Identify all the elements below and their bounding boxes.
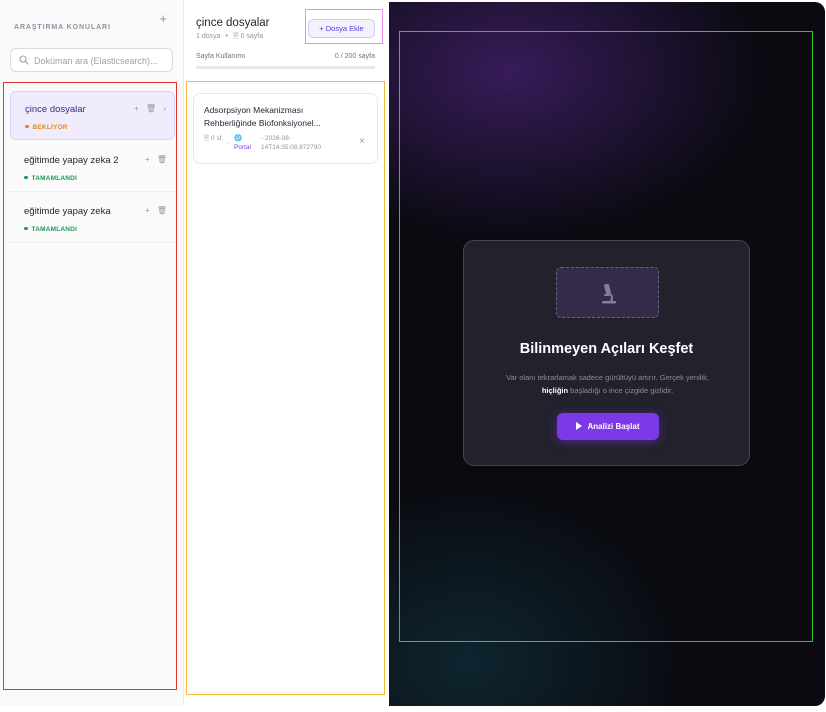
usage-label: Sayfa Kullanımı <box>196 53 246 60</box>
separator: , <box>227 138 229 145</box>
status-label: TAMAMLANDI <box>31 175 78 182</box>
topic-name: çince dosyalar <box>25 104 86 115</box>
description-text-end: başladığı o ince çizgide gizlidir. <box>570 386 674 395</box>
file-date: - 2026-08-14T14:35:08.872790 <box>261 135 321 151</box>
add-file-button[interactable]: + Dosya Ekle <box>308 19 375 38</box>
usage-value: 0 / 200 sayfa <box>334 53 375 60</box>
add-icon[interactable]: + <box>134 104 139 113</box>
topic-name: eğitimde yapay zeka 2 <box>24 155 119 166</box>
chevron-right-icon[interactable]: › <box>163 104 166 113</box>
topic-list: çince dosyalar + 🗑 › BEKLİYOR eğitimde y… <box>3 82 177 690</box>
add-icon[interactable]: + <box>145 155 150 164</box>
separator-dot: • <box>225 33 228 40</box>
search-input[interactable] <box>34 53 169 68</box>
add-file-highlight: + Dosya Ekle <box>305 9 383 44</box>
file-title: Adsorpsiyon Mekanizması Rehberliğinde Bi… <box>204 105 321 128</box>
globe-icon: 🌐 <box>234 135 243 142</box>
files-panel: çince dosyalar 1 dosya • 🖹 0 sayfa + Dosya… <box>184 0 389 706</box>
start-analysis-label: Analizi Başlat <box>587 422 640 431</box>
document-icon: 🖹 <box>204 135 210 142</box>
topic-actions: + 🗑 › <box>129 104 166 113</box>
sidebar-title: ARAŞTIRMA KONULARI <box>14 24 111 31</box>
file-meta: 🖹 0 sf. , 🌐 Portal - 2026-08-14T14:35:08.… <box>204 134 364 156</box>
status-dot <box>24 226 28 230</box>
play-icon <box>576 421 583 430</box>
trash-icon[interactable]: 🗑 <box>157 155 167 164</box>
topic-name: eğitimde yapay zeka <box>24 206 111 217</box>
microscope-icon <box>602 283 616 304</box>
trash-icon[interactable]: 🗑 <box>146 104 156 113</box>
topic-actions: + 🗑 <box>140 155 167 164</box>
description-text: Var olanı tekrarlamak sadece gürültüyü a… <box>506 373 709 382</box>
status-badge: TAMAMLANDI <box>24 175 77 182</box>
start-analysis-button[interactable]: Analizi Başlat <box>557 413 659 440</box>
remove-file-button[interactable]: × <box>359 136 365 147</box>
icon-placeholder <box>556 267 659 318</box>
panel-meta: 1 dosya • 🖹 0 sayfa <box>196 32 263 43</box>
search-icon <box>19 55 29 65</box>
file-source: 🌐 Portal <box>234 134 260 152</box>
discover-card: Bilinmeyen Açıları Keşfet Var olanı tekr… <box>463 240 750 466</box>
search-box[interactable] <box>10 48 173 72</box>
topic-item-egitimde-yapay-zeka[interactable]: eğitimde yapay zeka + 🗑 TAMAMLANDI <box>10 194 175 243</box>
discover-description: Var olanı tekrarlamak sadece gürültüyü a… <box>496 371 719 397</box>
file-pages: 🖹 0 sf. <box>204 134 228 143</box>
file-card[interactable]: Adsorpsiyon Mekanizması Rehberliğinde Bi… <box>193 93 378 164</box>
topic-actions: + 🗑 <box>140 206 167 215</box>
topics-sidebar: ARAŞTIRMA KONULARI + çince dosyalar + 🗑 … <box>0 0 184 706</box>
panel-title: çince dosyalar <box>196 17 270 29</box>
status-label: BEKLİYOR <box>32 124 68 131</box>
discover-title: Bilinmeyen Açıları Keşfet <box>519 341 694 357</box>
status-label: TAMAMLANDI <box>31 226 78 233</box>
file-source-label: Portal <box>234 144 251 151</box>
add-icon[interactable]: + <box>145 206 150 215</box>
topic-item-egitimde-yapay-zeka-2[interactable]: eğitimde yapay zeka 2 + 🗑 TAMAMLANDI <box>10 143 175 192</box>
sidebar-header: ARAŞTIRMA KONULARI + <box>14 12 169 32</box>
topic-item-cince-dosyalar[interactable]: çince dosyalar + 🗑 › BEKLİYOR <box>10 91 175 140</box>
file-pages-label: 0 sf. <box>211 135 224 142</box>
file-list: Adsorpsiyon Mekanizması Rehberliğinde Bi… <box>186 81 385 695</box>
add-topic-button[interactable]: + <box>159 12 167 26</box>
usage-progress-bar <box>196 66 375 69</box>
file-count: 1 dosya <box>196 33 221 40</box>
description-emphasis: hiçliğin <box>541 386 569 395</box>
app-window: ARAŞTIRMA KONULARI + çince dosyalar + 🗑 … <box>0 0 826 712</box>
status-dot <box>25 124 29 128</box>
analysis-panel: Bilinmeyen Açıları Keşfet Var olanı tekr… <box>389 2 825 706</box>
status-badge: TAMAMLANDI <box>24 226 77 233</box>
status-dot <box>24 175 28 179</box>
trash-icon[interactable]: 🗑 <box>157 206 167 215</box>
page-count: 0 sayfa <box>240 33 264 40</box>
pages-icon: 🖹 <box>232 33 239 40</box>
status-badge: BEKLİYOR <box>25 124 68 131</box>
